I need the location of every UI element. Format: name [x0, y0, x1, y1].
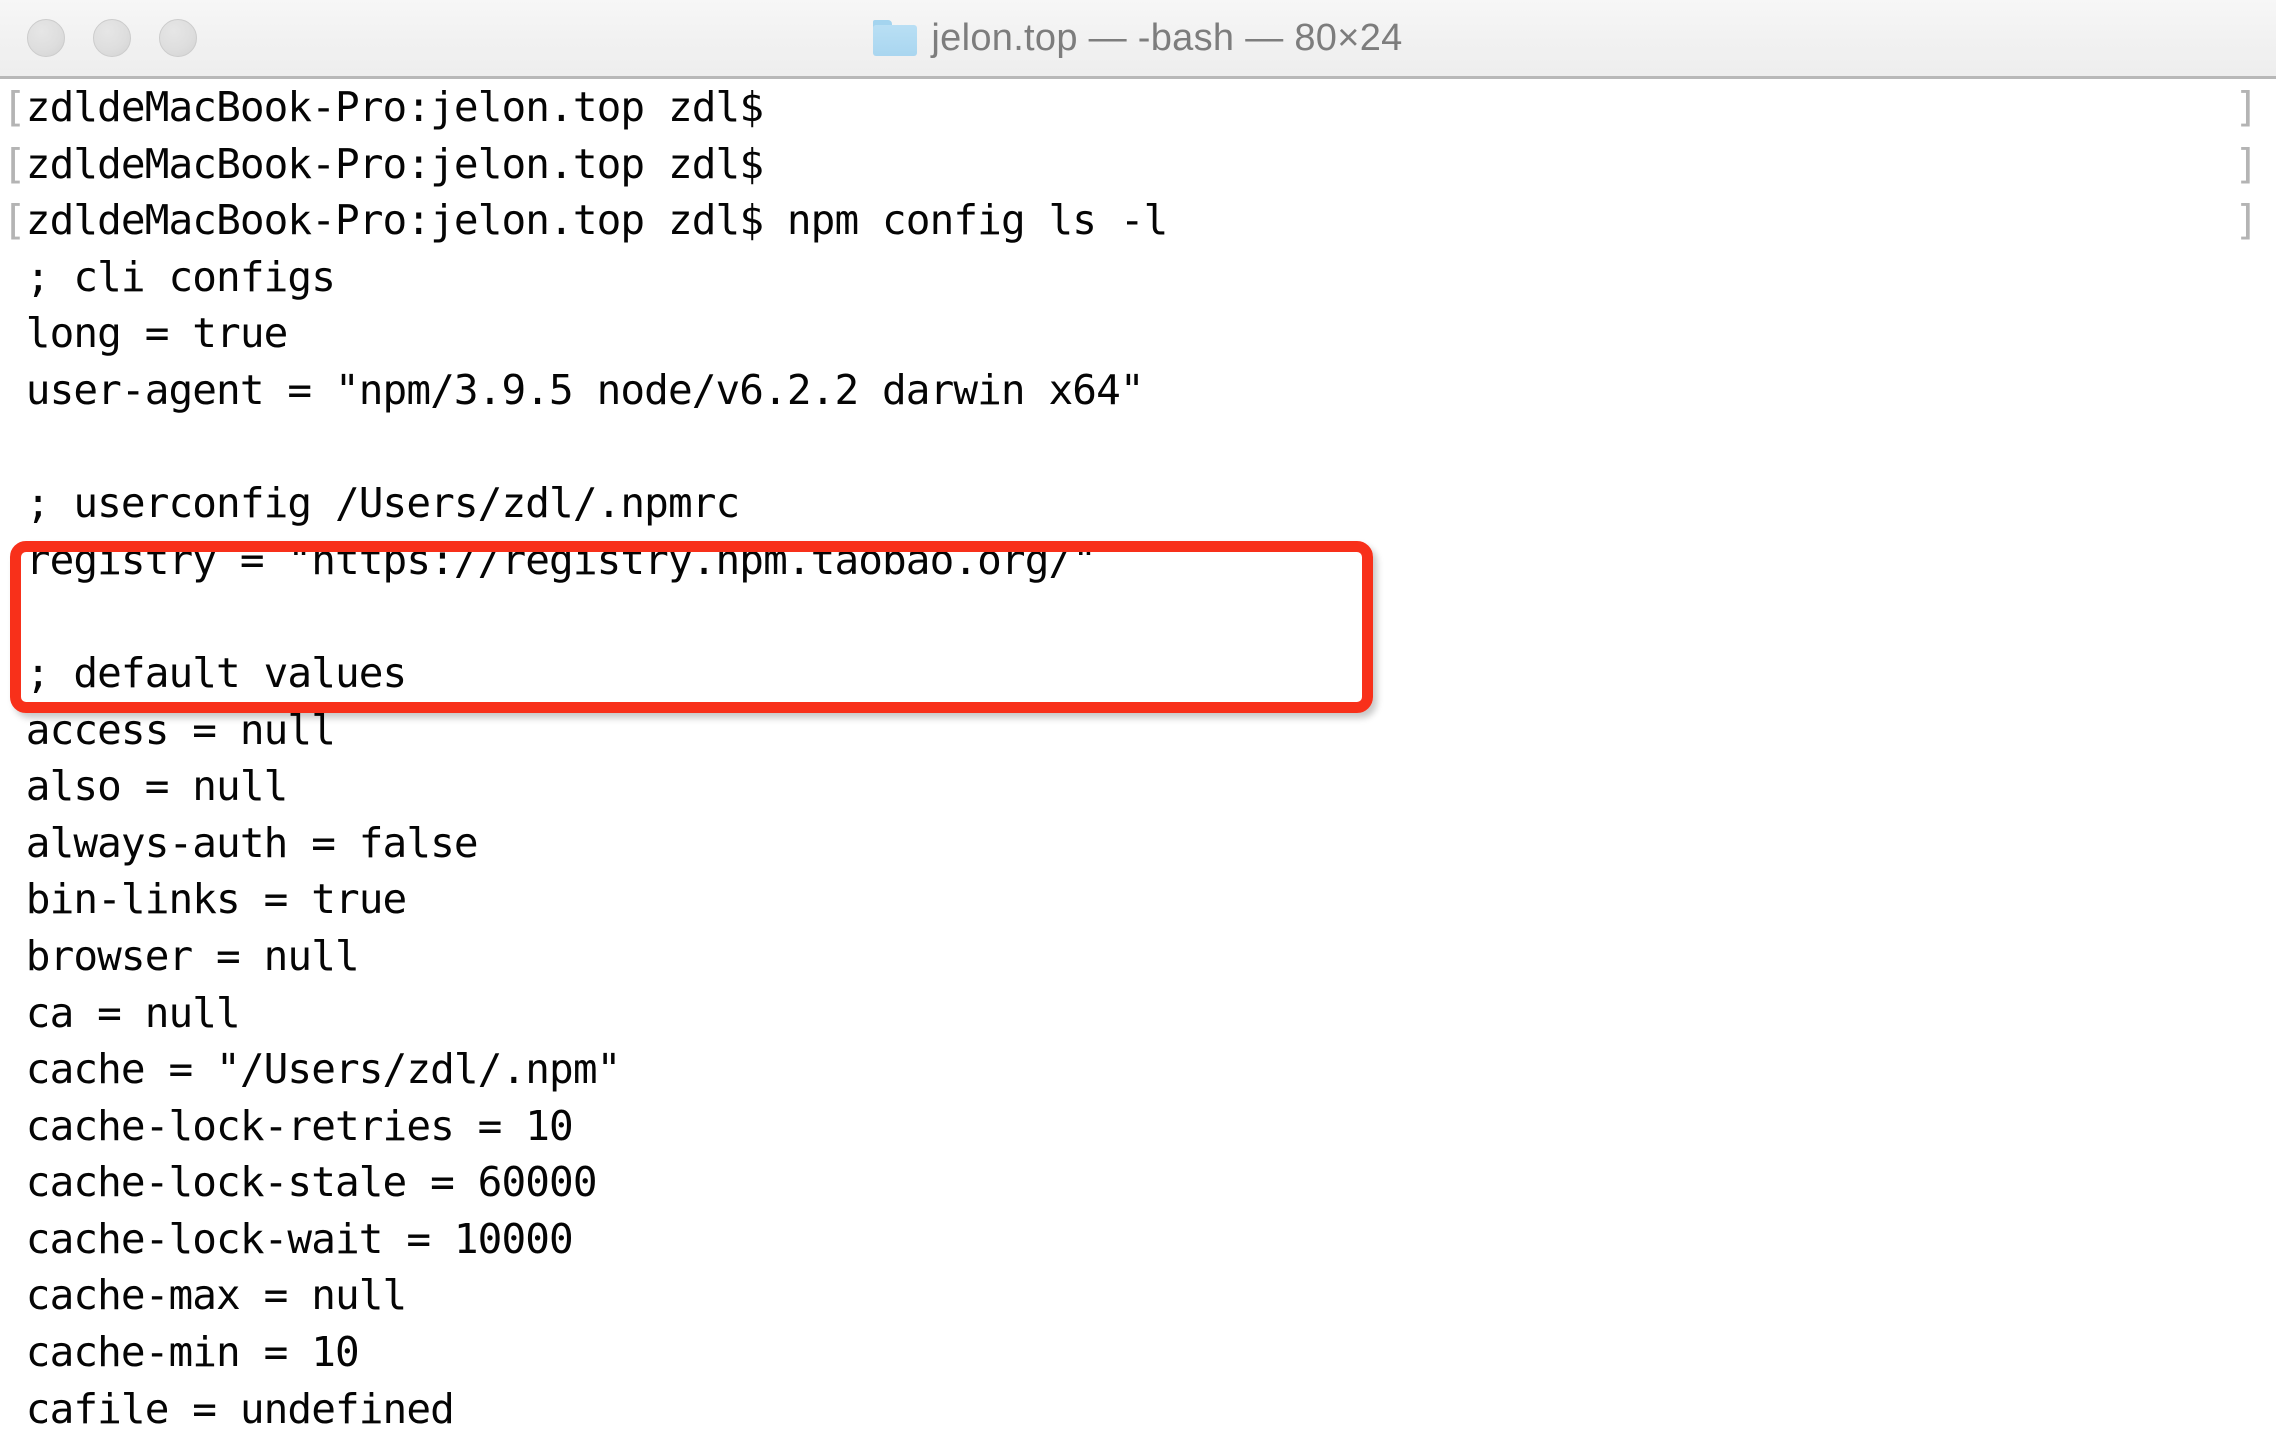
- terminal-line: [zdldeMacBook-Pro:jelon.top zdl$]: [0, 79, 2276, 136]
- terminal-line: always-auth = false: [2, 818, 479, 867]
- terminal-line: ca = null: [2, 988, 241, 1037]
- zoom-button[interactable]: [159, 19, 197, 57]
- window-titlebar: jelon.top — -bash — 80×24: [0, 0, 2276, 79]
- line-end-bracket-icon: ]: [2234, 139, 2259, 188]
- terminal-line: access = null: [2, 705, 336, 754]
- terminal-line-list: [zdldeMacBook-Pro:jelon.top zdl$] [zdldeM…: [0, 79, 2276, 1437]
- close-button[interactable]: [27, 19, 65, 57]
- prompt-bracket-icon: [: [2, 139, 27, 188]
- window-controls: [27, 0, 197, 76]
- terminal-line: user-agent = "npm/3.9.5 node/v6.2.2 darw…: [2, 365, 1145, 414]
- terminal-window: jelon.top — -bash — 80×24 [zdldeMacBook-…: [0, 0, 2276, 1448]
- terminal-line: long = true: [2, 309, 289, 358]
- terminal-line: [zdldeMacBook-Pro:jelon.top zdl$ npm con…: [0, 192, 2276, 249]
- terminal-line: cache = "/Users/zdl/.npm": [2, 1045, 622, 1094]
- terminal-line: cafile = undefined: [2, 1384, 455, 1433]
- terminal-line: also = null: [2, 762, 289, 811]
- terminal-line: browser = null: [2, 931, 360, 980]
- terminal-line: cache-max = null: [2, 1271, 407, 1320]
- terminal-output-area[interactable]: [zdldeMacBook-Pro:jelon.top zdl$] [zdldeM…: [0, 79, 2276, 1448]
- line-end-bracket-icon: ]: [2234, 196, 2259, 245]
- terminal-line: cache-min = 10: [2, 1328, 360, 1377]
- prompt-bracket-icon: [: [2, 83, 27, 131]
- terminal-line: cache-lock-retries = 10: [2, 1101, 574, 1150]
- terminal-line: [zdldeMacBook-Pro:jelon.top zdl$]: [0, 136, 2276, 193]
- window-title: jelon.top — -bash — 80×24: [931, 16, 1403, 59]
- window-title-group: jelon.top — -bash — 80×24: [0, 0, 2276, 76]
- terminal-line: ; default values: [2, 648, 407, 697]
- terminal-line: cache-lock-wait = 10000: [2, 1214, 574, 1263]
- terminal-line: ; userconfig /Users/zdl/.npmrc: [2, 479, 740, 528]
- terminal-line: cache-lock-stale = 60000: [2, 1158, 598, 1207]
- prompt-bracket-icon: [: [2, 196, 27, 245]
- terminal-line: bin-links = true: [2, 875, 407, 924]
- minimize-button[interactable]: [93, 19, 131, 57]
- terminal-line: registry = "https://registry.npm.taobao.…: [2, 535, 1097, 584]
- line-end-bracket-icon: ]: [2234, 83, 2259, 131]
- terminal-line: ; cli configs: [2, 252, 336, 301]
- folder-icon: [873, 20, 918, 56]
